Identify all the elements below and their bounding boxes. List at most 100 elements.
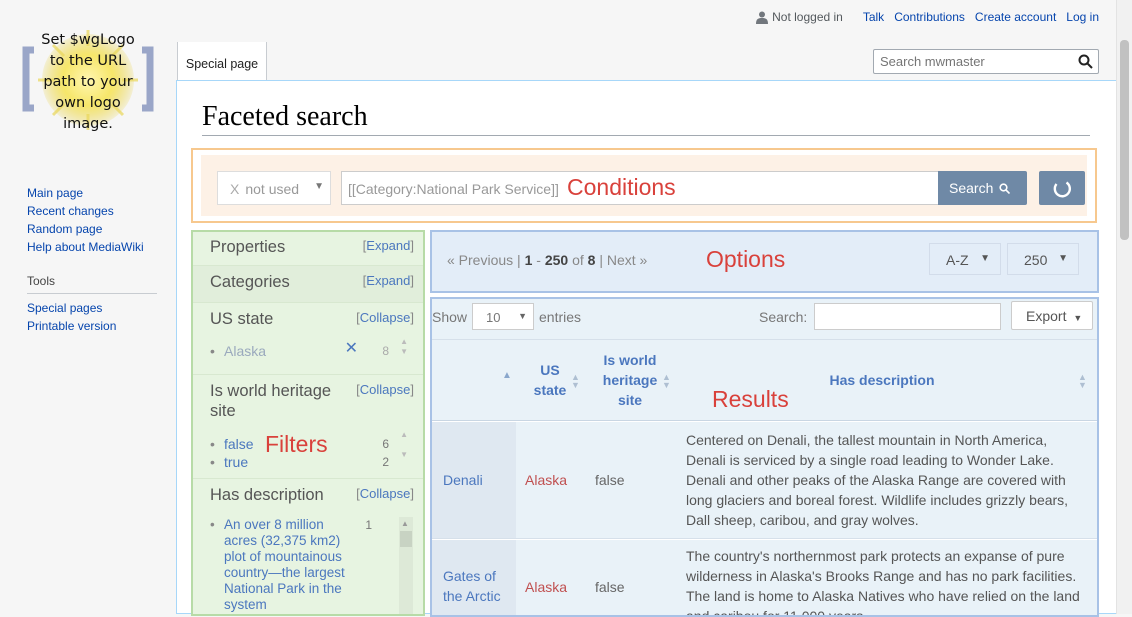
wiki-search-input[interactable]	[874, 50, 1069, 73]
table-row: Gates of the Arctic Alaska false The cou…	[432, 540, 1097, 617]
result-whs-value: false	[595, 472, 625, 488]
tab-special-page[interactable]: Special page	[177, 42, 267, 81]
export-button-label: Export	[1026, 308, 1067, 324]
sort-select-value: A-Z	[946, 252, 969, 268]
create-account-link[interactable]: Create account	[975, 10, 1056, 24]
filters-panel: Properties [Expand] Categories [Expand] …	[191, 230, 425, 616]
logo-text: Set $wgLogo to the URL path to your own …	[41, 32, 135, 132]
sidebar-item-printable-version[interactable]: Printable version	[27, 319, 157, 333]
scroll-arrows-icon[interactable]: ▲ ▼	[400, 425, 408, 465]
condition-select[interactable]: Xnot used ▼	[217, 171, 331, 205]
result-whs-value: false	[595, 579, 625, 595]
facet-value-item[interactable]: An over 8 million acres (32,375 km2) plo…	[210, 517, 372, 613]
next-link[interactable]: Next »	[607, 252, 647, 268]
expand-button[interactable]: [Expand]	[363, 273, 414, 288]
range-start: 1	[524, 252, 533, 268]
page-scrollbar[interactable]	[1116, 0, 1132, 614]
column-header-world-heritage[interactable]: Is world heritage site	[592, 350, 668, 410]
sort-asc-icon[interactable]: ▲	[502, 371, 512, 381]
conditions-panel: Xnot used ▼ [[Category:National Park Ser…	[191, 148, 1097, 223]
wiki-search-box	[873, 49, 1099, 74]
facet-scrollbar[interactable]: ▲	[399, 517, 413, 614]
collapse-button[interactable]: [Collapse]	[356, 310, 414, 325]
conditions-query-text: [[Category:National Park Service]]	[348, 181, 559, 197]
facet-value-count: 6	[382, 437, 389, 451]
chevron-down-icon: ▼	[518, 311, 527, 321]
entries-select[interactable]: 10 ▼	[472, 303, 534, 330]
facet-value-label: true	[224, 454, 249, 470]
results-toolbar: Show 10 ▼ entries Search: Export ▼	[432, 299, 1097, 339]
results-panel: Show 10 ▼ entries Search: Export ▼ ▲ US …	[430, 297, 1099, 617]
talk-link[interactable]: Talk	[863, 10, 884, 24]
show-label: Show	[432, 309, 468, 325]
chevron-down-icon: ▼	[1058, 253, 1068, 264]
reset-button[interactable]	[1039, 171, 1085, 205]
result-state-link[interactable]: Alaska	[525, 470, 567, 490]
result-state-link[interactable]: Alaska	[525, 577, 567, 597]
results-overlay-label: Results	[712, 386, 789, 412]
search-icon	[999, 183, 1011, 195]
sidebar-item-recent-changes[interactable]: Recent changes	[27, 204, 157, 218]
facet-world-heritage: Is world heritage site [Collapse] false …	[193, 375, 423, 479]
sidebar-item-random-page[interactable]: Random page	[27, 222, 157, 236]
results-search-input[interactable]	[814, 303, 1001, 330]
facet-value-count: 8	[382, 344, 389, 358]
facet-title: Is world heritage site	[210, 382, 332, 420]
options-overlay-label: Options	[706, 246, 786, 272]
sidebar-item-special-pages[interactable]: Special pages	[27, 301, 157, 315]
limit-select[interactable]: 250 ▼	[1007, 243, 1079, 275]
result-name-link[interactable]: Gates of the Arctic	[443, 566, 513, 606]
chevron-down-icon: ▼	[980, 253, 990, 264]
range-end: 250	[544, 252, 569, 268]
results-table-header: ▲ US state ▲ ▼ Is world heritage site ▲ ▼ …	[432, 339, 1097, 421]
sort-select[interactable]: A-Z ▼	[929, 243, 1001, 275]
contributions-link[interactable]: Contributions	[894, 10, 965, 24]
facet-value-label: Alaska	[224, 343, 267, 359]
remove-filter-icon[interactable]: ✕	[345, 340, 358, 358]
not-logged-in-text: Not logged in	[772, 10, 843, 24]
total-count: 8	[587, 252, 596, 268]
collapse-button[interactable]: [Collapse]	[356, 382, 414, 397]
collapse-button[interactable]: [Collapse]	[356, 486, 414, 501]
previous-link[interactable]: « Previous	[447, 252, 513, 268]
condition-select-value: not used	[245, 181, 300, 197]
results-search-label: Search:	[759, 309, 808, 325]
facet-value-item[interactable]: Alaska ✕ 8	[210, 340, 415, 360]
facet-value-count: 2	[382, 455, 389, 469]
sidebar-item-help[interactable]: Help about MediaWiki	[27, 240, 157, 254]
sort-icon[interactable]: ▲ ▼	[571, 373, 580, 390]
chevron-down-icon: ▼	[314, 181, 324, 192]
sidebar: Main page Recent changes Random page Hel…	[27, 186, 157, 337]
filters-overlay-label: Filters	[265, 431, 328, 457]
facet-value-label: false	[224, 436, 254, 452]
search-button-label: Search	[949, 180, 994, 196]
sort-icon[interactable]: ▲ ▼	[1078, 373, 1087, 390]
options-panel: « Previous | 1 - 250 of 8 | Next » Optio…	[430, 230, 1099, 293]
page-title: Faceted search	[202, 101, 1090, 136]
column-header-us-state[interactable]: US state	[524, 360, 576, 400]
scroll-arrows-icon[interactable]: ▲ ▼	[400, 337, 408, 357]
result-description: Centered on Denali, the tallest mountain…	[686, 432, 1069, 528]
log-in-link[interactable]: Log in	[1066, 10, 1099, 24]
sort-icon[interactable]: ▲ ▼	[662, 373, 671, 390]
entries-select-value: 10	[486, 310, 501, 325]
sidebar-item-main-page[interactable]: Main page	[27, 186, 157, 200]
facet-value-count: 1	[365, 518, 372, 532]
search-button[interactable]: Search	[938, 171, 1027, 205]
refresh-icon	[1053, 181, 1071, 198]
clear-icon: X	[230, 181, 240, 197]
limit-select-value: 250	[1024, 252, 1048, 268]
facet-value-label: An over 8 million acres (32,375 km2) plo…	[224, 517, 345, 612]
result-name-link[interactable]: Denali	[443, 470, 483, 490]
search-icon[interactable]	[1078, 54, 1093, 69]
site-logo[interactable]: Set $wgLogo to the URL path to your own …	[22, 28, 154, 133]
caret-down-icon: ▼	[1073, 313, 1083, 323]
conditions-overlay-label: Conditions	[567, 174, 676, 200]
sidebar-tools-heading: Tools	[27, 274, 157, 294]
entries-label: entries	[539, 309, 582, 325]
expand-button[interactable]: [Expand]	[363, 238, 414, 253]
export-button[interactable]: Export ▼	[1011, 301, 1093, 330]
result-description: The country's northernmost park protects…	[686, 548, 1080, 617]
pager: « Previous | 1 - 250 of 8 | Next »	[447, 252, 648, 268]
facet-categories: Categories [Expand]	[193, 266, 423, 303]
